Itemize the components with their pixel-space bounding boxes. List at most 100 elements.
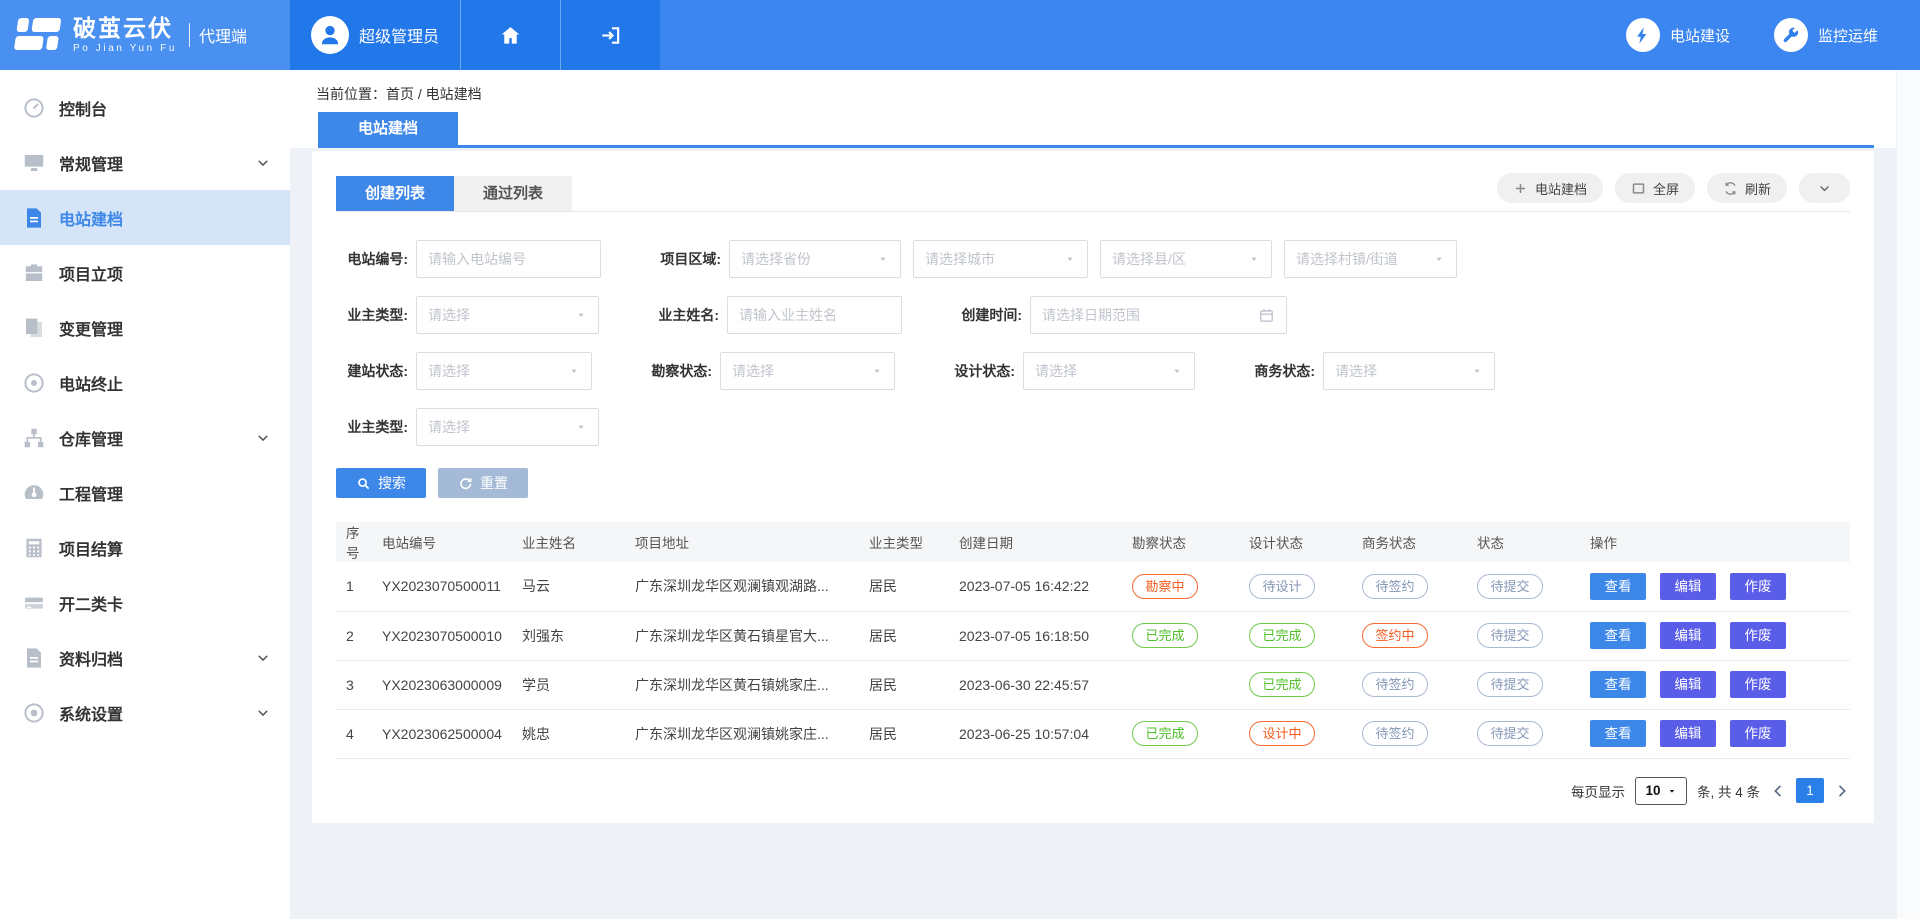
sidebar-item-label: 变更管理 [59,316,123,340]
filter-business-status: 商务状态:请选择 [1243,352,1495,390]
void-action-button[interactable]: 作废 [1730,671,1786,698]
build-status-select[interactable]: 请选择 [416,352,592,390]
user-menu[interactable]: 超级管理员 [290,0,460,70]
filter-owner-type: 业主类型:请选择 [336,296,599,334]
view-action-button[interactable]: 查看 [1590,622,1646,649]
placeholder-text: 请选择城市 [925,249,1058,269]
per-page-label: 每页显示 [1571,781,1625,801]
logout-button[interactable] [560,0,660,70]
table-row: 3YX2023063000009学员广东深圳龙华区黄石镇姚家庄...居民2023… [336,660,1850,709]
sidebar-item-project-initiation[interactable]: 项目立项 [0,245,290,300]
placeholder-text: 请选择 [732,361,865,381]
prev-page-button[interactable] [1770,783,1786,799]
owner-type-2-select[interactable]: 请选择 [416,408,599,446]
select-caret-icon [1064,253,1076,265]
next-page-button[interactable] [1834,783,1850,799]
scrollbar-track[interactable] [1896,70,1920,919]
page-tab-station-archive[interactable]: 电站建档 [318,112,458,145]
filter-label: 业主类型: [336,417,408,437]
sidebar-item-system-settings[interactable]: 系统设置 [0,685,290,740]
person-icon [317,22,343,48]
region-province-select[interactable]: 请选择省份 [729,240,901,278]
brand-portal: 代理端 [189,23,247,47]
sidebar-item-label: 开二类卡 [59,591,123,615]
business-status-select[interactable]: 请选择 [1323,352,1495,390]
select-caret-icon [1433,253,1445,265]
total-label: 条, 共 4 条 [1697,781,1760,801]
select-caret-icon [877,253,889,265]
sidebar-item-change-mgmt[interactable]: 变更管理 [0,300,290,355]
column-header: 序号 [336,522,376,562]
top-nav-label: 监控运维 [1818,25,1878,46]
filter-label: 业主姓名: [647,305,719,325]
void-action-button[interactable]: 作废 [1730,720,1786,747]
edit-action-button[interactable]: 编辑 [1660,720,1716,747]
view-action-button[interactable]: 查看 [1590,720,1646,747]
owner-type-select[interactable]: 请选择 [416,296,599,334]
tab-create-list[interactable]: 创建列表 [336,176,454,211]
search-button[interactable]: 搜索 [336,468,426,498]
create-time-date-input[interactable]: 请选择日期范围 [1030,296,1287,334]
void-action-button[interactable]: 作废 [1730,622,1786,649]
filter-label: 电站编号: [336,249,408,269]
cell-code: YX2023070500010 [376,611,516,660]
sidebar-item-warehouse-mgmt[interactable]: 仓库管理 [0,410,290,465]
region-county-select[interactable]: 请选择县/区 [1100,240,1272,278]
fullscreen-button[interactable]: 全屏 [1615,173,1695,203]
column-header: 勘察状态 [1126,522,1243,562]
fullscreen-icon [1631,181,1646,196]
void-action-button[interactable]: 作废 [1730,573,1786,600]
status-badge: 已完成 [1249,623,1315,648]
pagination: 每页显示 10 条, 共 4 条 1 [336,777,1850,805]
cell-owner-type: 居民 [863,611,953,660]
sidebar-item-label: 常规管理 [59,151,123,175]
sidebar-item-label: 项目结算 [59,536,123,560]
top-nav-station-build[interactable]: 电站建设 [1626,18,1730,52]
survey-status-select[interactable]: 请选择 [720,352,895,390]
top-nav: 电站建设 监控运维 [660,0,1920,70]
view-action-button[interactable]: 查看 [1590,573,1646,600]
edit-action-button[interactable]: 编辑 [1660,671,1716,698]
more-button[interactable] [1799,173,1850,203]
page-number-1[interactable]: 1 [1796,778,1824,803]
cell-status: 待提交 [1471,562,1584,611]
calculator-icon [22,536,46,560]
column-header: 设计状态 [1243,522,1356,562]
brand-logo-icon [14,18,65,52]
refresh-button[interactable]: 刷新 [1707,173,1787,203]
create-archive-button[interactable]: 电站建档 [1497,173,1603,203]
region-city-select[interactable]: 请选择城市 [913,240,1088,278]
cell-actions: 查看编辑作废 [1584,709,1850,758]
owner-name-input[interactable] [727,296,902,334]
button-label: 电站建档 [1535,179,1587,198]
sidebar-item-data-archive[interactable]: 资料归档 [0,630,290,685]
sidebar-item-engineering-mgmt[interactable]: 工程管理 [0,465,290,520]
wrench-icon [1781,26,1800,45]
reset-button[interactable]: 重置 [438,468,528,498]
dashboard-icon [22,96,46,120]
copy-icon [22,316,46,340]
status-badge: 待提交 [1477,623,1543,648]
reset-icon [458,476,473,491]
placeholder-text: 请选择 [1035,361,1165,381]
sidebar-item-general-mgmt[interactable]: 常规管理 [0,135,290,190]
sidebar-item-station-archive[interactable]: 电站建档 [0,190,290,245]
sidebar-item-project-settlement[interactable]: 项目结算 [0,520,290,575]
chevron-down-icon [256,651,270,665]
edit-action-button[interactable]: 编辑 [1660,622,1716,649]
edit-action-button[interactable]: 编辑 [1660,573,1716,600]
sidebar-item-station-termination[interactable]: 电站终止 [0,355,290,410]
sidebar-item-console[interactable]: 控制台 [0,80,290,135]
status-badge: 待签约 [1362,574,1428,599]
top-nav-monitor-ops[interactable]: 监控运维 [1774,18,1878,52]
column-header: 操作 [1584,522,1850,562]
main-area: 当前位置：首页 / 电站建档 电站建档 创建列表通过列表 电站建档全屏刷新 电站… [290,70,1920,919]
tab-passed-list[interactable]: 通过列表 [454,176,572,211]
station-code-input[interactable] [416,240,601,278]
sidebar-item-second-class-card[interactable]: 开二类卡 [0,575,290,630]
per-page-select[interactable]: 10 [1635,777,1687,805]
view-action-button[interactable]: 查看 [1590,671,1646,698]
home-button[interactable] [460,0,560,70]
design-status-select[interactable]: 请选择 [1023,352,1195,390]
region-town-select[interactable]: 请选择村镇/街道 [1284,240,1457,278]
